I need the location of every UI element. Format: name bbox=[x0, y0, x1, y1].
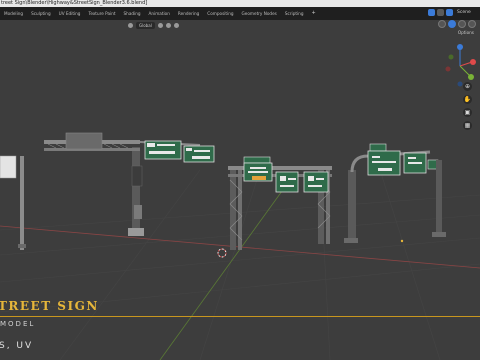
wireframe-shading-icon[interactable] bbox=[438, 20, 446, 28]
scene-icon bbox=[446, 9, 453, 16]
x-axis-icon[interactable] bbox=[470, 59, 476, 65]
scene-selector[interactable]: Scene bbox=[428, 9, 471, 16]
neg-x-axis-icon[interactable] bbox=[445, 66, 451, 72]
neg-z-axis-icon[interactable] bbox=[457, 81, 463, 87]
window-title: treet Sign\Blender\Highway&StreetSign_Bl… bbox=[1, 0, 148, 6]
pan-hand-icon[interactable]: ✋ bbox=[463, 95, 472, 104]
tab-modeling[interactable]: Modeling bbox=[0, 7, 27, 20]
material-shading-icon[interactable] bbox=[458, 20, 466, 28]
add-workspace-button[interactable]: + bbox=[307, 7, 319, 20]
3d-viewport[interactable]: Global Options ⊕ ✋ ▣ ▦ TREET SIGN MODEL … bbox=[0, 20, 480, 360]
viewport-toolbar: Global bbox=[128, 22, 179, 29]
tab-uv-editing[interactable]: UV Editing bbox=[55, 7, 85, 20]
origin-marker bbox=[400, 239, 404, 243]
editor-type-icon[interactable] bbox=[428, 9, 435, 16]
3d-cursor[interactable] bbox=[217, 248, 227, 258]
grid-icon[interactable]: ▦ bbox=[463, 121, 472, 130]
snap-icon[interactable] bbox=[157, 23, 163, 28]
camera-icon[interactable]: ▣ bbox=[463, 108, 472, 117]
workspace-tabs: Modeling Sculpting UV Editing Texture Pa… bbox=[0, 7, 320, 20]
workspace-bar: Modeling Sculpting UV Editing Texture Pa… bbox=[0, 7, 480, 20]
promo-caption: TREET SIGN MODEL S, UV bbox=[0, 296, 480, 360]
tab-geometry-nodes[interactable]: Geometry Nodes bbox=[238, 7, 281, 20]
overhead-gantry-center[interactable] bbox=[228, 156, 332, 250]
scene-name: Scene bbox=[457, 10, 471, 15]
navigation-gizmo[interactable] bbox=[442, 40, 478, 92]
tab-compositing[interactable]: Compositing bbox=[203, 7, 237, 20]
caption-subtitle: MODEL bbox=[0, 320, 36, 328]
pivot-icon[interactable] bbox=[128, 23, 133, 28]
curved-gantry-right[interactable] bbox=[344, 143, 446, 243]
options-dropdown[interactable]: Options bbox=[458, 30, 474, 35]
tab-texture-paint[interactable]: Texture Paint bbox=[84, 7, 119, 20]
caption-title: TREET SIGN bbox=[0, 299, 99, 313]
tab-scripting[interactable]: Scripting bbox=[281, 7, 308, 20]
caption-footer: S, UV bbox=[0, 341, 34, 351]
z-axis-icon[interactable] bbox=[457, 44, 463, 50]
zoom-icon[interactable]: ⊕ bbox=[463, 82, 472, 91]
caption-divider bbox=[0, 316, 480, 317]
solid-shading-icon[interactable] bbox=[448, 20, 456, 28]
tab-shading[interactable]: Shading bbox=[120, 7, 145, 20]
viewport-navigation: ⊕ ✋ ▣ ▦ bbox=[463, 82, 472, 130]
neg-y-axis-icon[interactable] bbox=[448, 54, 454, 60]
proportional-edit-icon[interactable] bbox=[165, 23, 171, 28]
shading-mode-buttons bbox=[438, 20, 476, 28]
window-title-bar: treet Sign\Blender\Highway&StreetSign_Bl… bbox=[0, 0, 480, 7]
transform-orientation-dropdown[interactable]: Global bbox=[136, 22, 155, 29]
tab-rendering[interactable]: Rendering bbox=[174, 7, 203, 20]
overlay-icon[interactable] bbox=[173, 23, 179, 28]
roadside-sign-left[interactable] bbox=[0, 155, 26, 250]
rendered-shading-icon[interactable] bbox=[468, 20, 476, 28]
tab-animation[interactable]: Animation bbox=[145, 7, 174, 20]
tab-sculpting[interactable]: Sculpting bbox=[27, 7, 55, 20]
display-mode-icon[interactable] bbox=[437, 9, 444, 16]
y-axis-icon[interactable] bbox=[468, 74, 474, 80]
